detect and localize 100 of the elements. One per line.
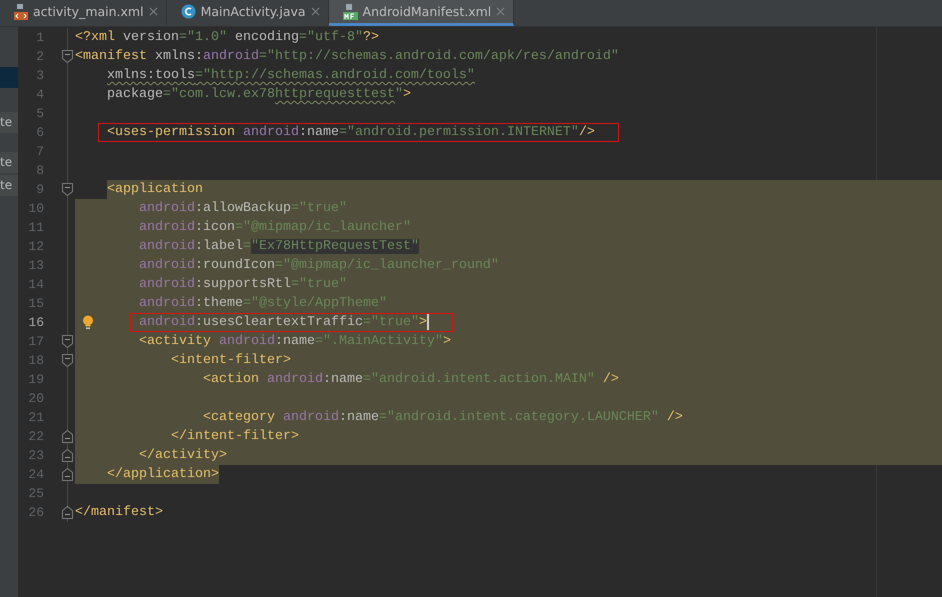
collapse-icon[interactable] [62,335,73,348]
code-token: /> [666,410,683,425]
code-token: ="android.intent.action.MAIN" [362,372,595,387]
code-token: xmlns:tools [107,68,195,83]
lightbulb-icon[interactable] [82,315,94,330]
code-token: :theme [195,296,243,311]
collapse-icon[interactable] [62,183,73,196]
code-token: ="true" [290,277,347,292]
code-token: ="@mipmap/ic_launcher_round" [274,258,499,273]
line-number: 17 [27,333,44,351]
code-token: ="@mipmap/ic_launcher" [235,220,411,235]
code-token: ="@style/AppTheme" [243,296,387,311]
code-token: ="http://schemas.android.com/tools" [194,68,475,83]
line-number: 26 [27,504,44,522]
code-token: android [242,125,299,140]
xml-file-icon [14,4,28,20]
code-token: > [418,315,427,330]
collapse-icon[interactable] [62,50,73,63]
code-token: <?xml [75,30,115,45]
code-token: > [402,87,411,102]
editor-tab[interactable]: AndroidManifest.xml [328,0,514,26]
code-token: :name [298,125,339,140]
code-token: :supportsRtl [195,277,291,292]
panel-item[interactable]: te [0,152,18,173]
code-token: :roundIcon [195,258,275,273]
code-token: <action [202,372,259,387]
code-token: </activity> [139,448,227,463]
code-token: <application [107,182,203,197]
line-number: 24 [27,466,44,484]
code-token: android [266,372,323,387]
code-token: android [139,201,195,216]
collapse-icon[interactable] [62,430,73,443]
code-token: :icon [195,220,235,235]
code-token: ="true" [290,201,347,216]
line-number: 5 [35,105,44,123]
line-number: 20 [27,390,44,408]
code-token: > [442,334,451,349]
code-token: :name [274,334,315,349]
code-token: :name [322,372,363,387]
code-token: ="android.permission.INTERNET" [338,125,579,140]
line-number: 10 [27,200,44,218]
line-number: 6 [35,124,44,142]
code-token: "Ex78HttpRequestTest" [251,239,419,254]
line-number: 7 [35,143,44,161]
manifest-file-icon [342,4,358,20]
line-number: 12 [27,238,44,256]
line-number: 3 [35,67,44,85]
code-token: </intent-filter> [170,429,299,444]
line-number: 21 [27,409,44,427]
code-token: xmlns: [154,49,203,64]
panel-item[interactable]: te [0,175,18,196]
line-number: 13 [27,257,44,275]
close-icon[interactable] [310,7,320,16]
code-token: android [139,258,195,273]
line-number: 23 [27,447,44,465]
line-number: 14 [27,276,44,294]
collapse-icon[interactable] [62,468,73,481]
code-token: :usesCleartextTraffic [195,315,363,330]
code-token: /> [578,125,595,140]
code-token: /> [602,372,619,387]
panel-item[interactable]: te [0,112,18,133]
line-number: 2 [35,48,44,66]
code-token: android [282,410,339,425]
code-token: " [394,87,403,102]
code-token: ?> [362,30,379,45]
code-token: <activity [139,334,211,349]
code-token: android [202,49,259,64]
close-icon[interactable] [148,7,158,16]
code-token: android [139,315,195,330]
code-token: <intent-filter> [170,353,291,368]
code-token: ="com.lcw.ex78 [163,87,275,102]
class-icon [180,4,196,19]
code-token: :name [338,410,379,425]
line-number: 16 [27,314,44,332]
code-token: :label [195,239,243,254]
code-token: encoding [234,30,299,45]
line-number: 9 [35,181,44,199]
code-token: android [139,277,195,292]
line-number: 4 [35,86,44,104]
collapse-icon[interactable] [62,354,73,367]
code-token: :allowBackup [195,201,291,216]
code-token: android [139,220,195,235]
line-number: 1 [35,29,44,47]
code-token: =".MainActivity" [314,334,443,349]
collapse-icon[interactable] [62,506,73,519]
collapse-icon[interactable] [62,449,73,462]
line-number: 18 [27,352,44,370]
code-token: = [243,239,251,254]
code-token: ="http://schemas.android.com/apk/res/android" [258,49,619,64]
code-token: android [139,296,195,311]
code-token: ="true" [362,315,419,330]
code-token: </manifest> [75,505,163,520]
code-token: ="utf-8" [298,30,363,45]
line-number: 8 [35,162,44,180]
line-number: 22 [27,428,44,446]
line-number: 15 [27,295,44,313]
line-number: 11 [27,219,44,237]
code-token: <category [202,410,275,425]
code-token: <uses-permission [107,125,235,140]
editor-tab[interactable]: MainActivity.java [166,0,329,26]
